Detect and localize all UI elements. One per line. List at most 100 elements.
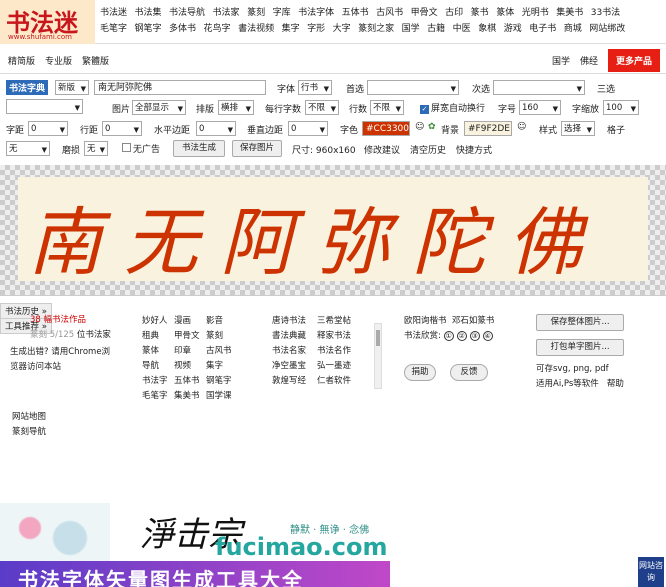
nav-link[interactable]: 古籍 <box>427 21 445 34</box>
nav-link[interactable]: 甲骨文 <box>411 5 438 18</box>
site-consult-button[interactable]: 网站咨询 <box>638 557 664 587</box>
generate-button[interactable]: 书法生成 <box>173 140 225 157</box>
emoji-icon[interactable]: ☺ <box>517 122 526 132</box>
version-pro-link[interactable]: 专业版 <box>45 54 72 67</box>
palette-icon[interactable]: ✿ <box>428 122 436 132</box>
links-scrollbar[interactable] <box>374 323 382 389</box>
collection-link[interactable]: 書法典藏 <box>272 329 314 344</box>
nav-link[interactable]: 大字 <box>333 21 351 34</box>
nav-link[interactable]: 字库 <box>273 5 291 18</box>
vertical-margin-select[interactable]: 0 ▼ <box>288 121 328 136</box>
nav-link[interactable]: 中医 <box>453 21 471 34</box>
nav-link[interactable]: 集字 <box>282 21 300 34</box>
nav-link[interactable]: 篆体 <box>496 5 514 18</box>
collection-link[interactable]: 释家书法 <box>317 329 359 344</box>
fojing-link[interactable]: 佛经 <box>580 54 598 67</box>
nav-link[interactable]: 网站绑改 <box>589 21 625 34</box>
scrollbar-thumb[interactable] <box>376 330 380 346</box>
category-link[interactable]: 集字 <box>206 359 236 374</box>
nav-link[interactable]: 集美书 <box>556 5 583 18</box>
second-choice-select[interactable]: ▼ <box>493 80 585 95</box>
nav-link[interactable]: 书法集 <box>135 5 162 18</box>
save-all-image-button[interactable]: 保存整体图片... <box>536 314 624 331</box>
nav-link[interactable]: 字形 <box>307 21 325 34</box>
category-link[interactable]: 篆体 <box>142 344 172 359</box>
appreciation-3-link[interactable]: ③ <box>469 331 480 341</box>
category-link[interactable]: 漫画 <box>174 314 204 329</box>
nav-link[interactable]: 游戏 <box>504 21 522 34</box>
wrap-checkbox-wrap[interactable]: ✓ 屏宽自动换行 <box>420 101 485 114</box>
emoji-icon[interactable]: ☺ <box>415 122 424 132</box>
layout-select[interactable]: 横排 ▼ <box>218 100 254 115</box>
category-link[interactable]: 甲骨文 <box>174 329 204 344</box>
seal-nav-link[interactable]: 篆刻导航 <box>12 425 46 440</box>
guoxue-link[interactable]: 国学 <box>552 54 570 67</box>
nav-link[interactable]: 书法家 <box>213 5 240 18</box>
shortcut-link[interactable]: 快捷方式 <box>456 143 492 156</box>
category-link[interactable]: 古风书 <box>206 344 236 359</box>
appreciation-4-link[interactable]: ④ <box>482 331 493 341</box>
no-ad-checkbox-wrap[interactable]: 无广告 <box>122 142 160 155</box>
zoom-select[interactable]: 100 ▼ <box>603 100 639 115</box>
background-color-input[interactable]: #F9F2DE <box>464 121 512 136</box>
collection-link[interactable]: 唐诗书法 <box>272 314 314 329</box>
category-link[interactable]: 集美书 <box>174 389 204 404</box>
version-traditional-link[interactable]: 繁體版 <box>82 54 109 67</box>
collection-link[interactable]: 书法名家 <box>272 344 314 359</box>
category-link[interactable]: 书法字 <box>142 374 172 389</box>
text-color-input[interactable]: #CC3300 <box>362 121 410 136</box>
horizontal-margin-select[interactable]: 0 ▼ <box>196 121 236 136</box>
dengshiru-link[interactable]: 邓石如篆书 <box>452 316 495 326</box>
nav-link[interactable]: 钢笔字 <box>135 21 162 34</box>
nav-link[interactable]: 篆书 <box>471 5 489 18</box>
ad-banner[interactable]: 淨击宗 静默 · 無诤 · 念佛 fucimao.com 书法字体矢量图生成工具… <box>0 503 390 587</box>
rows-select[interactable]: 不限 ▼ <box>370 100 404 115</box>
line-spacing-select[interactable]: 0 ▼ <box>102 121 142 136</box>
nav-link[interactable]: 篆刻 <box>247 5 265 18</box>
ouyangxun-link[interactable]: 欧阳询楷书 <box>404 316 447 326</box>
nav-link[interactable]: 書法视频 <box>238 21 274 34</box>
pack-single-image-button[interactable]: 打包单字图片... <box>536 339 624 356</box>
donate-button[interactable]: 捐助 <box>404 364 436 381</box>
category-link[interactable]: 妙好人 <box>142 314 172 329</box>
category-link[interactable]: 篆刻 <box>206 329 236 344</box>
nav-link[interactable]: 国学 <box>402 21 420 34</box>
category-link[interactable]: 印章 <box>174 344 204 359</box>
help-link[interactable]: 帮助 <box>607 379 624 389</box>
appreciation-2-link[interactable]: ② <box>456 331 467 341</box>
category-link[interactable]: 导航 <box>142 359 172 374</box>
sitemap-link[interactable]: 网站地图 <box>12 410 46 425</box>
site-logo[interactable]: 书法迷 www.shufami.com <box>0 0 95 44</box>
category-link[interactable]: 毛笔字 <box>142 389 172 404</box>
version-select[interactable]: 新版 ▼ <box>55 80 89 95</box>
suggestion-link[interactable]: 修改建议 <box>364 143 400 156</box>
category-link[interactable]: 钢笔字 <box>206 374 236 389</box>
nav-link[interactable]: 象棋 <box>478 21 496 34</box>
collection-link[interactable]: 仁者软件 <box>317 374 359 389</box>
first-choice-select[interactable]: ▼ <box>367 80 459 95</box>
char-spacing-select[interactable]: 0 ▼ <box>28 121 68 136</box>
chars-per-row-select[interactable]: 不限 ▼ <box>305 100 339 115</box>
appreciation-1-link[interactable]: ① <box>443 331 454 341</box>
wear-select[interactable]: 无 ▼ <box>84 141 108 156</box>
nav-link[interactable]: 五体书 <box>342 5 369 18</box>
checkbox-checked-icon[interactable]: ✓ <box>420 105 429 114</box>
nav-link[interactable]: 篆刻之家 <box>358 21 394 34</box>
nav-link[interactable]: 电子书 <box>529 21 556 34</box>
nav-link[interactable]: 书法导航 <box>169 5 205 18</box>
style-select[interactable]: 选择 ▼ <box>561 121 595 136</box>
nav-link[interactable]: 多体书 <box>169 21 196 34</box>
category-link[interactable]: 租典 <box>142 329 172 344</box>
grid-select[interactable]: 无 ▼ <box>6 141 50 156</box>
collection-link[interactable]: 弘一墨迹 <box>317 359 359 374</box>
font-select[interactable]: 行书 ▼ <box>298 80 332 95</box>
category-link[interactable]: 五体书 <box>174 374 204 389</box>
nav-link[interactable]: 光明书 <box>522 5 549 18</box>
nav-link[interactable]: 商城 <box>564 21 582 34</box>
calligraphy-preview-image[interactable]: 南无阿弥陀佛 <box>18 177 648 281</box>
collection-link[interactable]: 三希堂帖 <box>317 314 359 329</box>
third-choice-select[interactable]: ▼ <box>6 99 83 114</box>
nav-link[interactable]: 33书法 <box>591 5 620 18</box>
clear-history-link[interactable]: 清空历史 <box>410 143 446 156</box>
font-size-select[interactable]: 160 ▼ <box>519 100 561 115</box>
